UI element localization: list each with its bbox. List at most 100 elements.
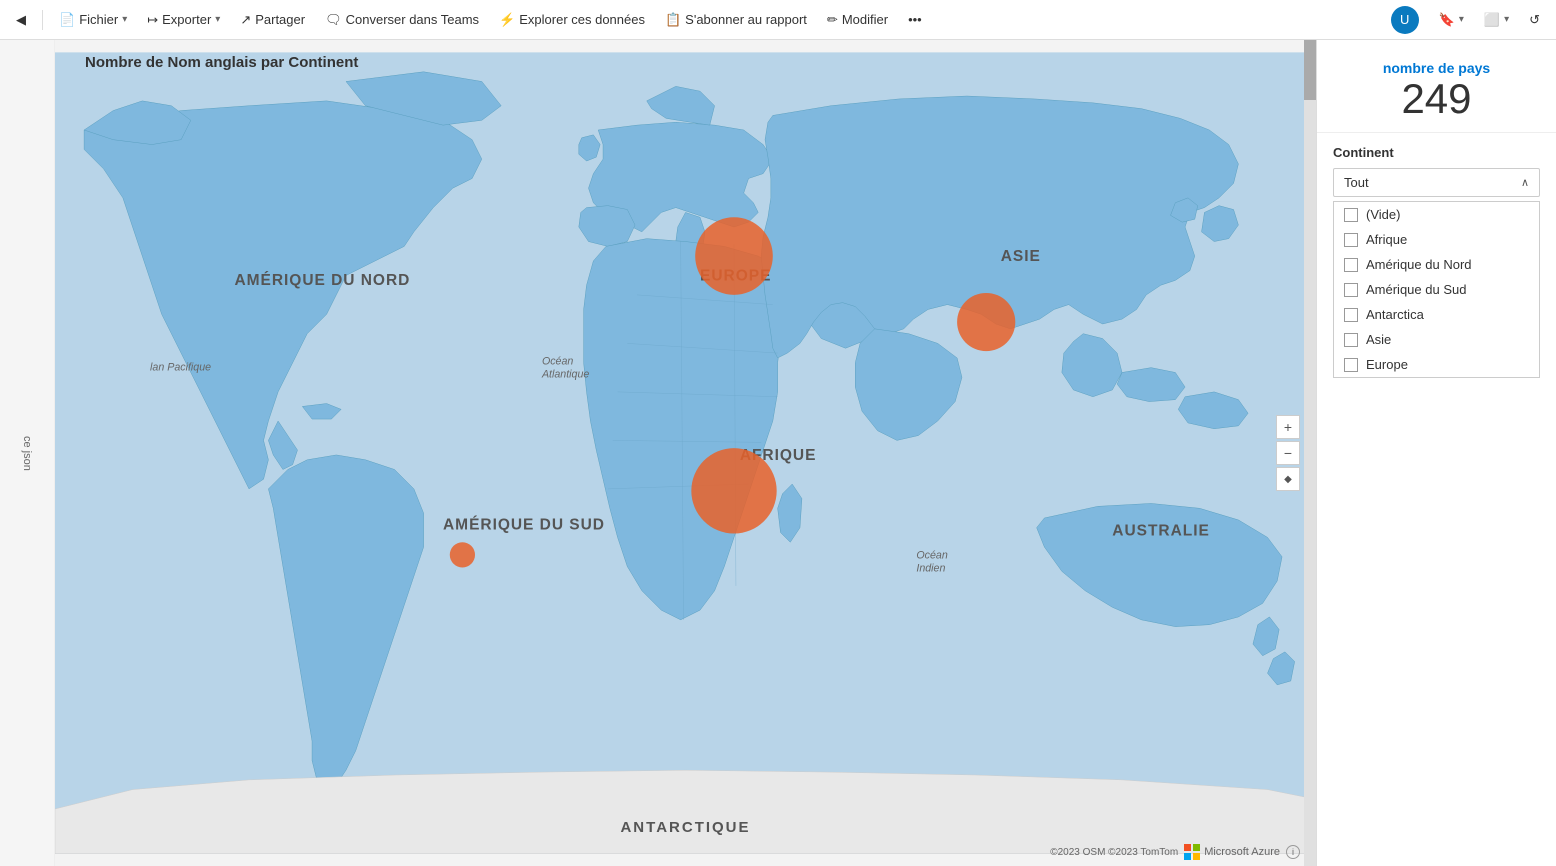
left-panel-label: ce json [21,436,33,471]
partager-button[interactable]: ↗ Partager [232,8,313,32]
filter-panel: Continent Tout ∧ (Vide) Afrique Amérique… [1317,133,1556,866]
metric-card: nombre de pays 249 [1317,40,1556,133]
user-icon-button[interactable]: U [1383,2,1427,38]
filter-option-antarctica-label: Antarctica [1366,307,1424,322]
checkbox-asie[interactable] [1344,333,1358,347]
back-icon: ◀ [16,12,26,28]
exporter-button[interactable]: ↦ Exporter ▾ [139,8,228,32]
filter-dropdown[interactable]: Tout ∧ [1333,168,1540,197]
asia-label: ASIE [1001,248,1041,265]
fichier-label: Fichier [79,12,118,27]
checkbox-vide[interactable] [1344,208,1358,222]
filter-option-antarctica[interactable]: Antarctica [1334,302,1539,327]
modifier-label: Modifier [842,12,888,27]
subscribe-icon: 📋 [665,12,681,28]
filter-option-asie[interactable]: Asie [1334,327,1539,352]
main-content: ce json Nombre de Nom anglais par Contin… [0,40,1556,866]
compass-button[interactable]: ◆ [1276,467,1300,491]
north-america-label: AMÉRIQUE DU NORD [234,272,410,289]
filter-option-europe-label: Europe [1366,357,1408,372]
azure-badge: Microsoft Azure [1184,844,1280,860]
partager-label: Partager [255,12,305,27]
filter-option-afrique[interactable]: Afrique [1334,227,1539,252]
converser-button[interactable]: 🗨 Converser dans Teams [317,8,487,32]
bookmark-button[interactable]: 🔖 ▾ [1431,8,1472,32]
copyright-text: ©2023 OSM ©2023 TomTom [1050,847,1178,858]
separator-1 [42,10,43,30]
checkbox-amerique-sud[interactable] [1344,283,1358,297]
map-container[interactable]: Nombre de Nom anglais par Continent [55,40,1316,866]
checkbox-europe[interactable] [1344,358,1358,372]
refresh-button[interactable]: ↺ [1521,8,1548,32]
window-icon: ⬜ [1484,12,1500,28]
filter-option-vide-label: (Vide) [1366,207,1400,222]
filter-option-amerique-nord[interactable]: Amérique du Nord [1334,252,1539,277]
atlantic-label: Océan [542,356,573,368]
checkbox-antarctica[interactable] [1344,308,1358,322]
info-icon[interactable]: i [1286,845,1300,859]
metric-value: 249 [1337,76,1536,122]
checkbox-amerique-nord[interactable] [1344,258,1358,272]
left-panel[interactable]: ce json [0,40,55,866]
share-icon: ↗ [240,12,251,28]
map-scrollbar[interactable] [1304,40,1316,866]
right-panel: nombre de pays 249 Continent Tout ∧ (Vid… [1316,40,1556,866]
chevron-up-icon: ∧ [1521,176,1529,189]
scroll-thumb[interactable] [1304,40,1316,100]
converser-label: Converser dans Teams [346,12,479,27]
filter-option-asie-label: Asie [1366,332,1391,347]
exporter-label: Exporter [162,12,211,27]
zoom-controls: + − ◆ [1276,415,1300,491]
australia-label: AUSTRALIE [1112,522,1210,539]
explore-icon: ⚡ [499,12,515,28]
filter-option-amerique-nord-label: Amérique du Nord [1366,257,1472,272]
user-avatar: U [1391,6,1419,34]
fichier-chevron: ▾ [122,14,127,25]
explorer-button[interactable]: ⚡ Explorer ces données [491,8,653,32]
africa-bubble [691,448,776,533]
bookmark-icon: 🔖 [1439,12,1455,28]
south-america-bubble [450,542,475,567]
more-button[interactable]: ••• [900,8,930,31]
explorer-label: Explorer ces données [519,12,645,27]
europe-bubble [695,217,773,295]
more-icon: ••• [908,12,922,27]
azure-label: Microsoft Azure [1204,846,1280,858]
filter-title: Continent [1333,145,1540,160]
indian-label: Océan [916,550,947,562]
zoom-out-button[interactable]: − [1276,441,1300,465]
filter-option-amerique-sud-label: Amérique du Sud [1366,282,1466,297]
fichier-button[interactable]: 📄 Fichier ▾ [51,8,135,32]
back-button[interactable]: ◀ [8,8,34,32]
checkbox-afrique[interactable] [1344,233,1358,247]
teams-icon: 🗨 [325,12,342,28]
sabonner-label: S'abonner au rapport [685,12,807,27]
refresh-icon: ↺ [1529,12,1540,28]
pacific-label-1: lan Pacifique [150,362,211,374]
asia-bubble [957,293,1015,351]
atlantic-label-2: Atlantique [541,368,589,380]
map-title: Nombre de Nom anglais par Continent [85,54,358,71]
filter-options-list: (Vide) Afrique Amérique du Nord Amérique… [1333,201,1540,378]
toolbar: ◀ 📄 Fichier ▾ ↦ Exporter ▾ ↗ Partager 🗨 … [0,0,1556,40]
filter-option-vide[interactable]: (Vide) [1334,202,1539,227]
antarctica-label: ANTARCTIQUE [620,819,750,836]
filter-option-amerique-sud[interactable]: Amérique du Sud [1334,277,1539,302]
map-footer: ©2023 OSM ©2023 TomTom Microsoft Azure i [1050,844,1300,860]
sabonner-button[interactable]: 📋 S'abonner au rapport [657,8,815,32]
edit-icon: ✏ [827,12,838,28]
indian-label-2: Indien [916,562,945,574]
zoom-in-button[interactable]: + [1276,415,1300,439]
modifier-button[interactable]: ✏ Modifier [819,8,896,32]
exporter-chevron: ▾ [215,14,220,25]
window-button[interactable]: ⬜ ▾ [1476,8,1517,32]
metric-label: nombre de pays [1337,60,1536,76]
south-america-label: AMÉRIQUE DU SUD [443,517,605,534]
filter-option-europe[interactable]: Europe [1334,352,1539,377]
azure-logo [1184,844,1200,860]
filter-option-afrique-label: Afrique [1366,232,1407,247]
world-map-svg: AMÉRIQUE DU NORD EUROPE ASIE AFRIQUE AMÉ… [55,40,1316,866]
export-icon: ↦ [147,12,158,28]
filter-selected-value: Tout [1344,175,1369,190]
file-icon: 📄 [59,12,75,28]
